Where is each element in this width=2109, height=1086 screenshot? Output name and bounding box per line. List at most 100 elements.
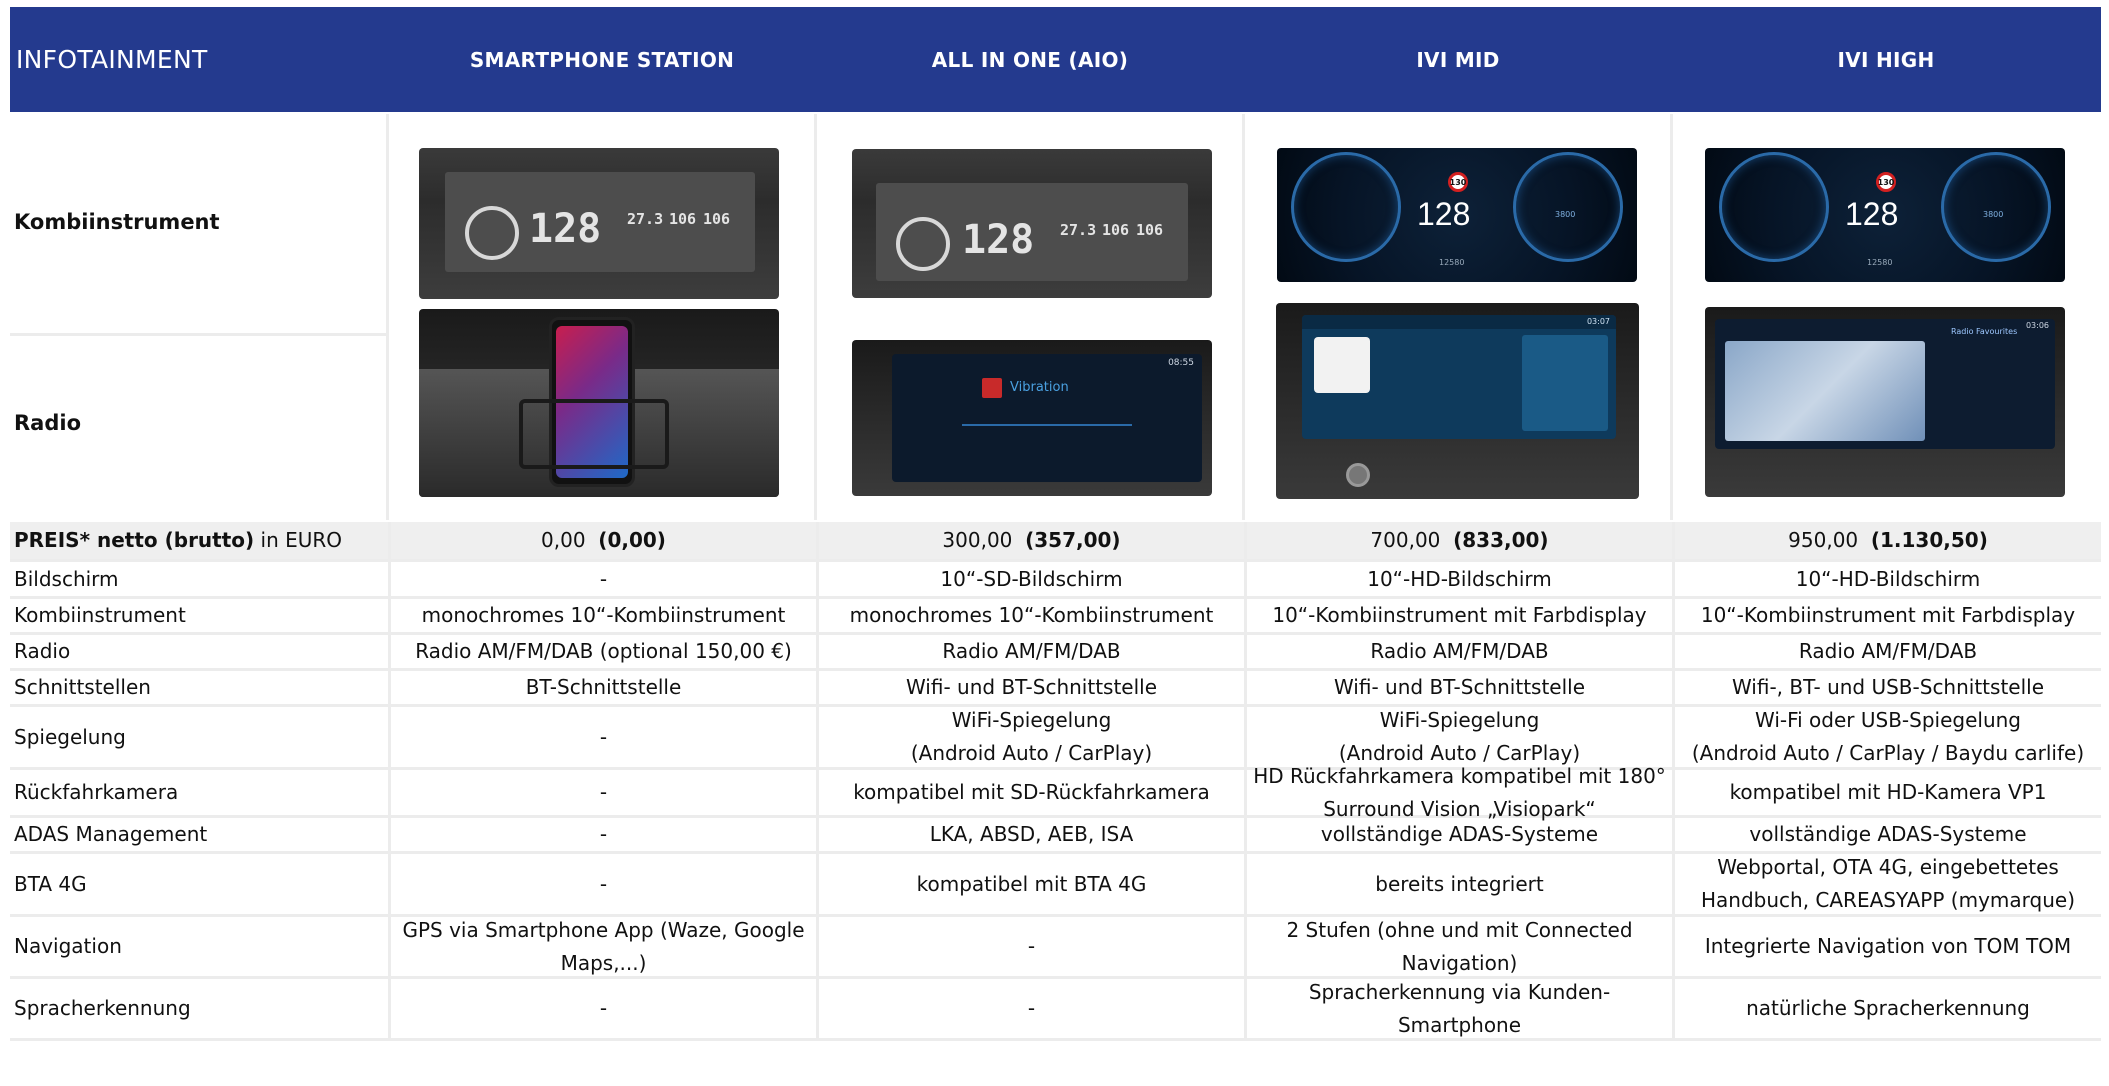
table-cell: HD Rückfahrkamera kompatibel mit 180° Su…	[1244, 764, 1672, 821]
screen-clock: 03:06	[2025, 321, 2049, 330]
speed-value: 128	[962, 217, 1035, 263]
right-dial	[1513, 152, 1623, 262]
table-row: BTA 4G - kompatibel mit BTA 4G bereits inte…	[10, 854, 2101, 917]
row-label: Navigation	[14, 934, 122, 958]
table-cell: 10“-Kombiinstrument mit Farbdisplay	[1672, 599, 2101, 632]
table-row: ADAS Management - LKA, ABSD, AEB, ISA volls…	[10, 818, 2101, 854]
header-col-smartphone-station: SMARTPHONE STATION	[469, 47, 735, 72]
price-net: 950,00	[1788, 528, 1859, 552]
table-cell: Wifi-, BT- und USB-Schnittstelle	[1672, 671, 2101, 704]
divider	[814, 114, 817, 520]
table-cell: -	[388, 979, 816, 1038]
table-cell: GPS via Smartphone App (Waze, Google Map…	[388, 917, 816, 976]
cluster-value: 27.3	[1060, 221, 1097, 239]
cluster-value: 106	[1102, 221, 1130, 239]
table-cell: Radio AM/FM/DAB	[1244, 635, 1672, 668]
speed-value: 128	[1417, 196, 1471, 232]
infotainment-comparison-sheet: INFOTAINMENT SMARTPHONE STATION ALL IN O…	[0, 0, 2109, 1086]
gauge-ring	[465, 206, 519, 260]
radio-favourites: Radio Favourites	[1951, 327, 2018, 336]
color-cluster-image: 130 128 3800 12580	[1277, 148, 1637, 282]
aio-radio-image: 08:55 Vibration	[852, 340, 1212, 496]
table-cell: -	[388, 562, 816, 596]
table-cell: 10“-SD-Bildschirm	[816, 562, 1244, 596]
table-cell: monochromes 10“-Kombiinstrument	[388, 599, 816, 632]
table-row: Spracherkennung - - Spracherkennung via Kun…	[10, 979, 2101, 1041]
row-label-radio: Radio	[14, 411, 81, 435]
row-label: BTA 4G	[14, 871, 87, 896]
table-cell: BT-Schnittstelle	[388, 671, 816, 704]
ivi-high-radio-image: 03:06 Radio Favourites	[1705, 307, 2065, 497]
rpm-value: 3800	[1555, 210, 1576, 219]
price-label: PREIS* netto (brutto) in EURO	[10, 522, 388, 559]
progress-line	[962, 424, 1132, 426]
table-row-price: PREIS* netto (brutto) in EURO 0,00 (0,00…	[10, 522, 2101, 562]
table-cell: -	[388, 854, 816, 914]
cluster-value: 106	[703, 210, 731, 228]
price-label-unit: in EURO	[254, 528, 343, 552]
navigation-map	[1725, 341, 1925, 441]
smartphone-station-image	[419, 309, 779, 497]
station-name: Vibration	[1010, 380, 1069, 395]
volume-knob	[1346, 463, 1370, 487]
table-cell: WiFi-Spiegelung (Android Auto / CarPlay)	[1244, 707, 1672, 767]
cluster-value: 27.3	[627, 210, 664, 228]
header-col-all-in-one: ALL IN ONE (AIO)	[931, 47, 1129, 72]
table-row: Kombiinstrument monochromes 10“-Kombiinst…	[10, 599, 2101, 635]
screen-clock: 03:07	[1586, 317, 1610, 326]
table-row: Bildschirm -10“-SD-Bildschirm 10“-HD-Bilds…	[10, 562, 2101, 599]
row-label: Kombiinstrument	[14, 603, 186, 627]
station-logo	[982, 378, 1002, 398]
price-gross: (357,00)	[1025, 528, 1121, 552]
odometer-value: 12580	[1439, 258, 1465, 267]
table-header: INFOTAINMENT SMARTPHONE STATION ALL IN O…	[10, 7, 2101, 112]
table-cell: Radio AM/FM/DAB	[1672, 635, 2101, 668]
header-title: INFOTAINMENT	[16, 45, 208, 74]
price-gross: (833,00)	[1453, 528, 1549, 552]
divider	[10, 333, 386, 336]
table-cell: -	[816, 917, 1244, 976]
table-cell: vollständige ADAS-Systeme	[1672, 818, 2101, 851]
row-label: Rückfahrkamera	[14, 780, 179, 804]
image-section: Kombiinstrument Radio 128 27.3 106 106 1…	[10, 114, 2101, 520]
table-cell: -	[388, 707, 816, 767]
table-cell: 2 Stufen (ohne und mit Connected Navigat…	[1244, 917, 1672, 976]
divider	[1242, 114, 1245, 520]
table-cell: kompatibel mit HD-Kamera VP1	[1672, 770, 2101, 815]
speed-limit-sign: 130	[1876, 172, 1896, 192]
phone-holder	[519, 399, 669, 469]
speed-value: 128	[1845, 196, 1899, 232]
color-cluster-image: 130 128 3800 12580	[1705, 148, 2065, 282]
ivi-high-screen: 03:06 Radio Favourites	[1715, 319, 2055, 449]
aio-radio-screen: 08:55 Vibration	[892, 354, 1202, 482]
ivi-mid-screen: 03:07	[1302, 315, 1616, 439]
spec-rows: Bildschirm -10“-SD-Bildschirm 10“-HD-Bilds…	[10, 562, 2101, 1041]
table-cell: -	[388, 818, 816, 851]
table-cell: Radio AM/FM/DAB	[816, 635, 1244, 668]
price-net: 0,00	[541, 528, 586, 552]
table-cell: 10“-Kombiinstrument mit Farbdisplay	[1244, 599, 1672, 632]
radio-icon	[1314, 337, 1370, 393]
row-label: Bildschirm	[14, 566, 119, 591]
table-cell: Radio AM/FM/DAB (optional 150,00 €)	[388, 635, 816, 668]
table-cell: Wi-Fi oder USB-Spiegelung (Android Auto …	[1672, 707, 2101, 767]
screen-clock: 08:55	[1168, 358, 1194, 368]
table-cell: WiFi-Spiegelung (Android Auto / CarPlay)	[816, 707, 1244, 767]
table-row: Schnittstellen BT-Schnittstelle Wifi- und …	[10, 671, 2101, 707]
ivi-mid-radio-image: 03:07	[1276, 303, 1639, 499]
table-cell: vollständige ADAS-Systeme	[1244, 818, 1672, 851]
table-cell: kompatibel mit SD-Rückfahrkamera	[816, 770, 1244, 815]
left-dial	[1291, 152, 1401, 262]
price-gross: (1.130,50)	[1870, 528, 1988, 552]
table-cell: natürliche Spracherkennung	[1672, 979, 2101, 1038]
table-row: Radio Radio AM/FM/DAB (optional 150,00 €)…	[10, 635, 2101, 671]
table-cell: bereits integriert	[1244, 854, 1672, 914]
left-dial	[1719, 152, 1829, 262]
table-row: Navigation GPS via Smartphone App (Waze, …	[10, 917, 2101, 979]
speed-limit-sign: 130	[1448, 172, 1468, 192]
price-cell: 300,00 (357,00)	[816, 522, 1244, 559]
speed-value: 128	[529, 206, 602, 252]
cluster-value: 106	[669, 210, 697, 228]
table-cell: 10“-HD-Bildschirm	[1672, 562, 2101, 596]
divider	[386, 114, 389, 520]
